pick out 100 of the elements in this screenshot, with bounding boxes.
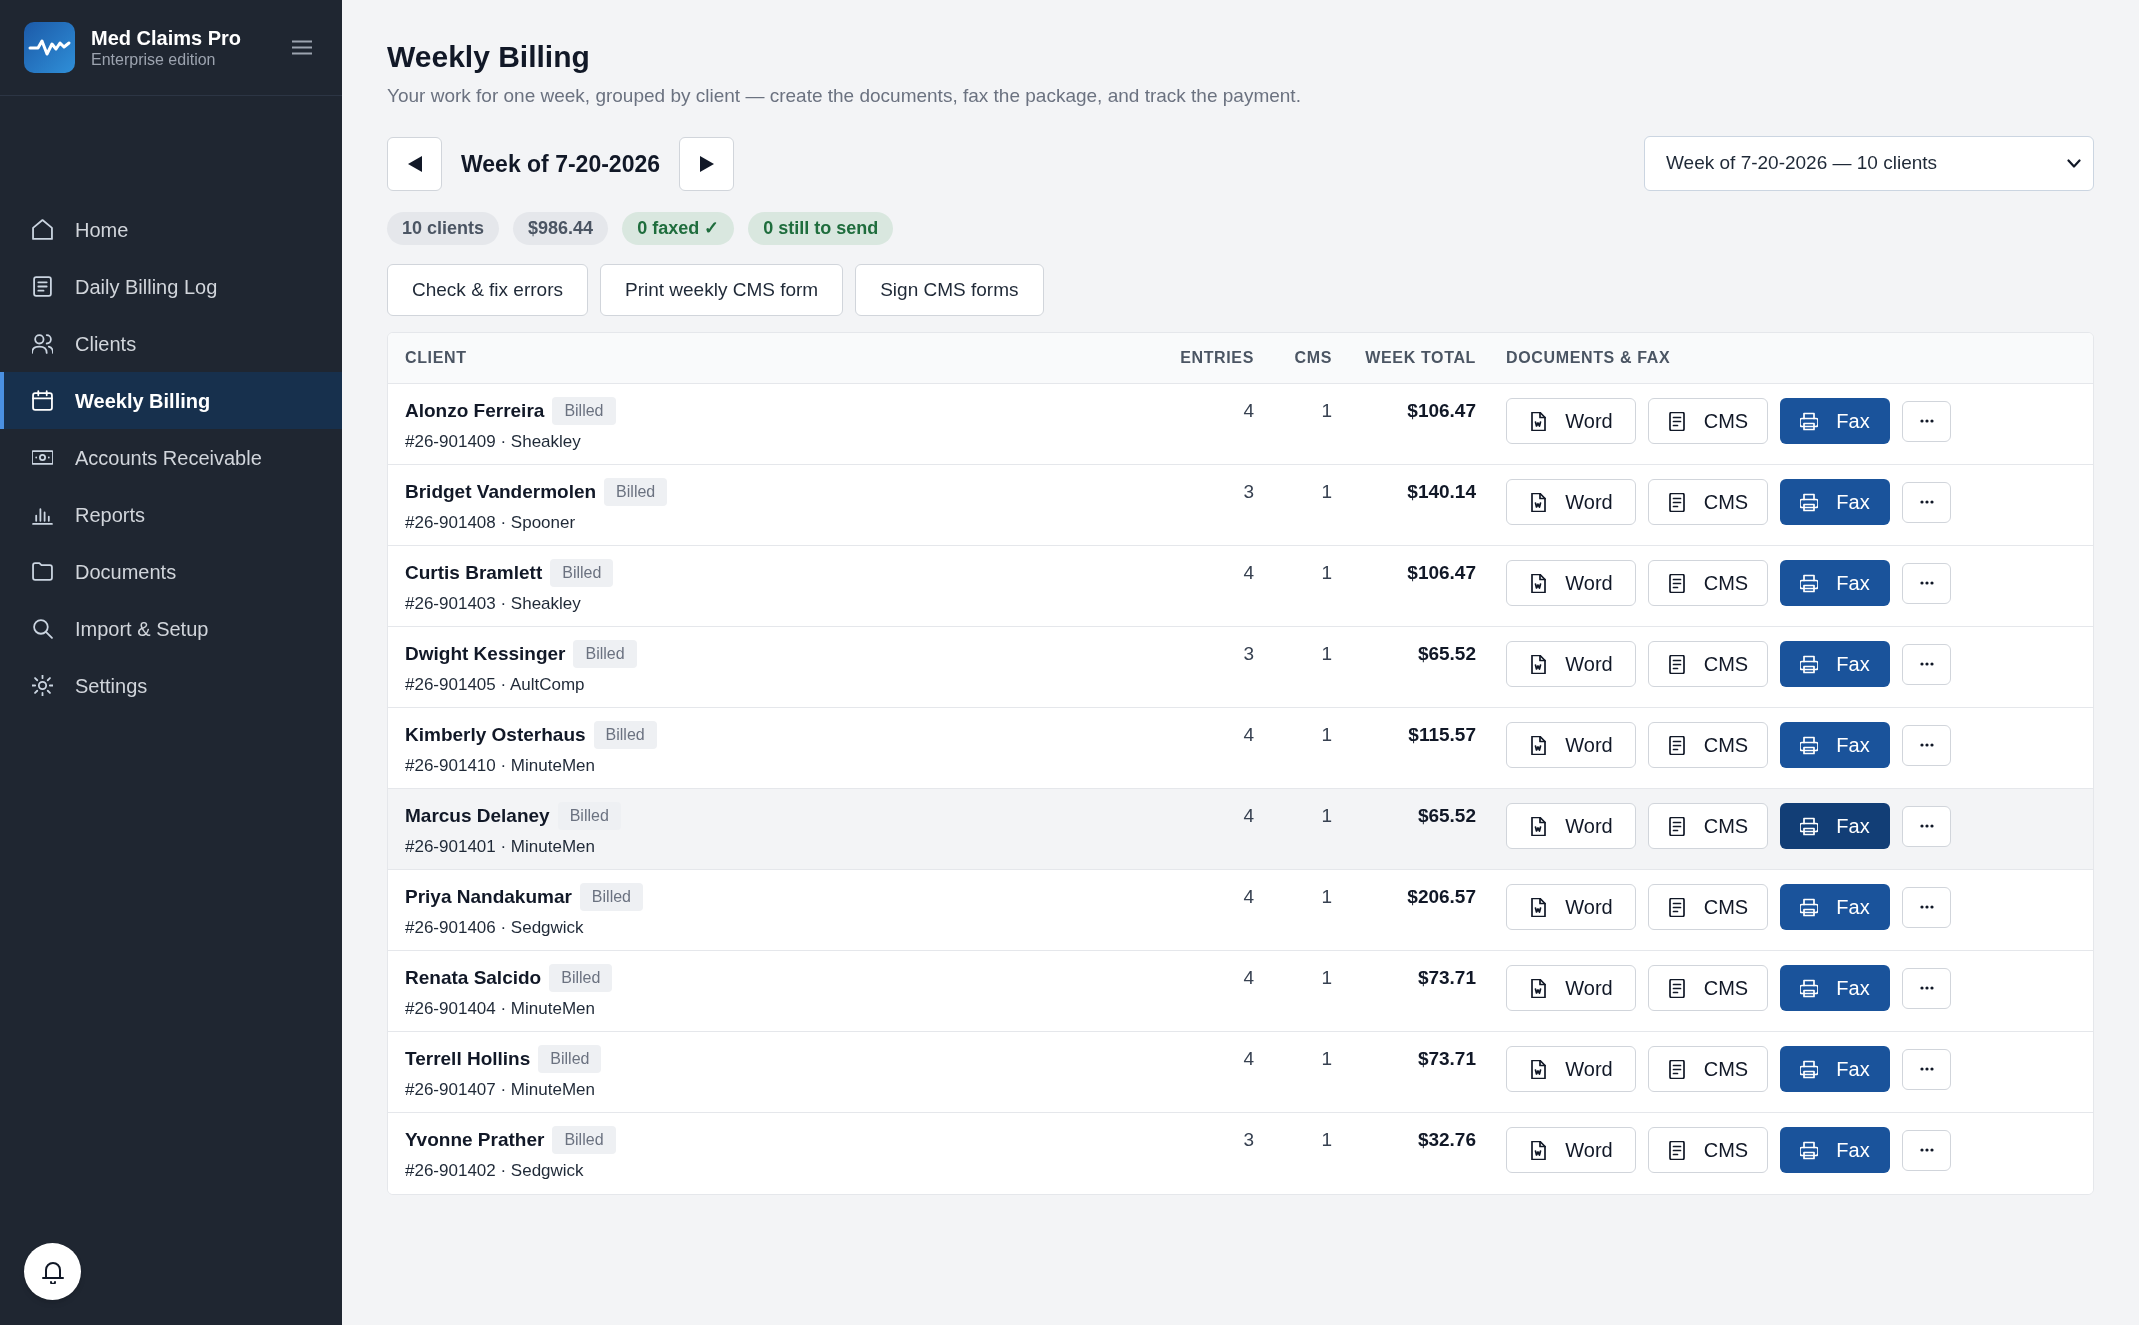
week-select[interactable]: Week of 7-20-2026 — 10 clients [1644, 136, 2094, 191]
word-button[interactable]: Word [1506, 1046, 1636, 1092]
more-button[interactable] [1902, 400, 1951, 442]
heartbeat-logo-icon [24, 22, 75, 73]
document-lines-icon [1667, 1059, 1686, 1079]
table-cell: 4 [1243, 562, 1254, 583]
fax-button[interactable]: Fax [1780, 641, 1890, 687]
action-button[interactable]: Check & fix errors [387, 264, 588, 316]
column-header: CMS [1294, 349, 1332, 366]
word-button[interactable]: Word [1506, 560, 1636, 606]
document-lines-icon [1667, 897, 1686, 917]
cms-button[interactable]: CMS [1648, 560, 1768, 606]
action-button[interactable]: Sign CMS forms [855, 264, 1044, 316]
document-icon [1529, 654, 1548, 674]
previous-week-button[interactable] [387, 136, 442, 191]
fax-button[interactable]: Fax [1780, 1127, 1890, 1173]
status-badge: Billed [549, 964, 613, 992]
action-button[interactable]: Print weekly CMS form [600, 264, 844, 316]
more-button[interactable] [1902, 967, 1951, 1009]
client-name: Dwight Kessinger [405, 642, 566, 666]
more-button[interactable] [1902, 643, 1951, 685]
more-button[interactable] [1902, 805, 1951, 847]
client-name: Bridget Vandermolen [405, 480, 597, 504]
column-header: ENTRIES [1180, 349, 1254, 366]
fax-button[interactable]: Fax [1780, 722, 1890, 768]
word-button[interactable]: Word [1506, 884, 1636, 930]
status-badge: Billed [573, 640, 637, 668]
word-button[interactable]: Word [1506, 398, 1636, 444]
sidebar-item[interactable]: Import & Setup [0, 600, 342, 657]
client-name: Kimberly Osterhaus [405, 723, 586, 747]
document-icon [1529, 492, 1548, 512]
table-cell: 1 [1321, 967, 1332, 988]
next-week-button[interactable] [679, 136, 734, 191]
client-name: Renata Salcido [405, 966, 542, 990]
document-icon [1529, 411, 1548, 431]
client-details: #26-901408 · Spooner [405, 512, 577, 534]
fax-button[interactable]: Fax [1780, 803, 1890, 849]
summary-chip: $986.44 [513, 212, 609, 245]
document-lines-icon [1667, 654, 1686, 674]
fax-button[interactable]: Fax [1780, 965, 1890, 1011]
fax-button[interactable]: Fax [1780, 560, 1890, 606]
sidebar-item[interactable]: Daily Billing Log [0, 258, 342, 315]
cms-button[interactable]: CMS [1648, 1127, 1768, 1173]
table-cell: $106.47 [1407, 562, 1476, 583]
sidebar-item[interactable]: Accounts Receivable [0, 429, 342, 486]
client-name: Yvonne Prather [405, 1128, 545, 1152]
summary-chip: 0 still to send [748, 212, 894, 245]
table-cell: 4 [1243, 400, 1254, 421]
cms-button[interactable]: CMS [1648, 965, 1768, 1011]
sidebar-item[interactable]: Settings [0, 657, 342, 714]
more-button[interactable] [1902, 724, 1951, 766]
document-lines-icon [1667, 735, 1686, 755]
banknote-icon [32, 447, 53, 468]
cms-button[interactable]: CMS [1648, 641, 1768, 687]
more-icon [1919, 986, 1934, 990]
word-button[interactable]: Word [1506, 479, 1636, 525]
cms-button[interactable]: CMS [1648, 722, 1768, 768]
sidebar-item[interactable]: Home [0, 201, 342, 258]
more-icon [1919, 419, 1934, 423]
printer-icon [1800, 573, 1819, 593]
sidebar-item[interactable]: Documents [0, 543, 342, 600]
more-icon [1919, 500, 1934, 504]
more-button[interactable] [1902, 1048, 1951, 1090]
word-button[interactable]: Word [1506, 722, 1636, 768]
sidebar-item[interactable]: Clients [0, 315, 342, 372]
sidebar-item[interactable]: Reports [0, 486, 342, 543]
table-cell: 1 [1321, 724, 1332, 745]
more-button[interactable] [1902, 1129, 1951, 1171]
cms-button[interactable]: CMS [1648, 803, 1768, 849]
search-icon [32, 618, 53, 639]
sidebar-item[interactable]: Weekly Billing [0, 372, 342, 429]
document-lines-icon [32, 276, 53, 297]
printer-icon [1800, 978, 1819, 998]
fax-button[interactable]: Fax [1780, 479, 1890, 525]
cms-button[interactable]: CMS [1648, 398, 1768, 444]
cms-button[interactable]: CMS [1648, 479, 1768, 525]
word-button[interactable]: Word [1506, 1127, 1636, 1173]
cms-button[interactable]: CMS [1648, 1046, 1768, 1092]
printer-icon [1800, 1059, 1819, 1079]
word-button[interactable]: Word [1506, 965, 1636, 1011]
fax-button[interactable]: Fax [1780, 1046, 1890, 1092]
notification-button[interactable] [24, 1243, 81, 1300]
more-button[interactable] [1902, 481, 1951, 523]
word-button[interactable]: Word [1506, 641, 1636, 687]
cms-button[interactable]: CMS [1648, 884, 1768, 930]
users-icon [32, 333, 53, 354]
more-button[interactable] [1902, 886, 1951, 928]
word-button[interactable]: Word [1506, 803, 1636, 849]
more-button[interactable] [1902, 562, 1951, 604]
table-cell: 1 [1321, 1048, 1332, 1069]
menu-icon[interactable] [292, 40, 312, 55]
client-details: #26-901401 · MinuteMen [405, 836, 596, 858]
week-label: Week of 7-20-2026 [461, 149, 660, 179]
fax-button[interactable]: Fax [1780, 884, 1890, 930]
calendar-icon [32, 390, 53, 411]
status-badge: Billed [604, 478, 668, 506]
table-cell: 1 [1321, 643, 1332, 664]
table-cell: $65.52 [1417, 643, 1476, 664]
document-icon [1529, 978, 1548, 998]
fax-button[interactable]: Fax [1780, 398, 1890, 444]
